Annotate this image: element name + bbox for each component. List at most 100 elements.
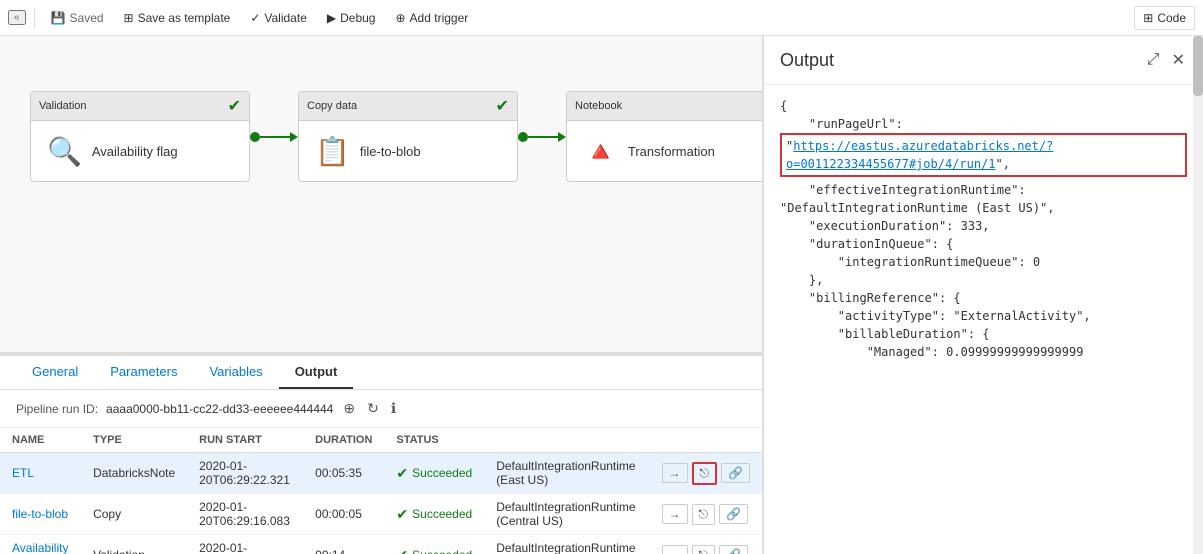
pipeline-node-validation[interactable]: Validation ✔ 🔍 Availability flag	[30, 91, 250, 182]
table-header-row: NAME TYPE RUN START DURATION STATUS	[0, 428, 762, 453]
link-btn-1[interactable]: 🔗	[719, 504, 748, 524]
node-body-validation: 🔍 Availability flag	[31, 121, 249, 181]
table-row[interactable]: ETL DatabricksNote 2020-01-20T06:29:22.3…	[0, 453, 762, 494]
run-page-url-link[interactable]: https://eastus.azuredatabricks.net/?o=00…	[786, 139, 1053, 171]
code-icon: ⊞	[1143, 11, 1153, 25]
pipeline-node-notebook[interactable]: Notebook ✔ 🔺 Transformation	[566, 91, 763, 182]
nav-chevron[interactable]: «	[8, 10, 26, 25]
output-scrollbar-thumb[interactable]	[1193, 36, 1203, 96]
canvas-area[interactable]: Validation ✔ 🔍 Availability flag Copy da…	[0, 36, 763, 554]
output-panel: Output ⤢ ✕ { "runPageUrl": "https://east…	[763, 36, 1203, 554]
input-btn-2[interactable]: →	[662, 545, 688, 554]
add-trigger-button[interactable]: ⊕ Add trigger	[387, 7, 476, 29]
row-name-link-1[interactable]: file-to-blob	[12, 507, 68, 521]
node-header-notebook: Notebook ✔	[567, 92, 763, 121]
col-run-start: RUN START	[187, 428, 303, 453]
node-body-notebook: 🔺 Transformation	[567, 121, 763, 181]
cell-name-2: Availability flag	[0, 535, 81, 554]
col-runtime	[484, 428, 649, 453]
save-template-icon: ⊞	[124, 11, 134, 25]
input-btn-0[interactable]: →	[662, 463, 688, 483]
run-table-container[interactable]: NAME TYPE RUN START DURATION STATUS ETL …	[0, 428, 762, 554]
saved-icon: 💾	[51, 11, 66, 25]
info-run-btn[interactable]: ℹ	[389, 398, 398, 419]
col-type: TYPE	[81, 428, 187, 453]
output-body[interactable]: { "runPageUrl": "https://eastus.azuredat…	[764, 85, 1203, 554]
json-line-activitytype: "activityType": "ExternalActivity",	[780, 307, 1187, 325]
cell-run-start-1: 2020-01-20T06:29:16.083	[187, 494, 303, 535]
node-label-availability: Availability flag	[92, 144, 178, 159]
tab-parameters[interactable]: Parameters	[94, 356, 193, 389]
json-line-billing: "billingReference": {	[780, 289, 1187, 307]
cell-actions-2: → ⎋ 🔗	[650, 535, 762, 554]
node-label-transformation: Transformation	[628, 144, 715, 159]
debug-button[interactable]: ▶ Debug	[319, 7, 384, 29]
action-btns-0: → ⎋ 🔗	[662, 462, 750, 485]
main-area: Validation ✔ 🔍 Availability flag Copy da…	[0, 36, 1203, 554]
saved-button[interactable]: 💾 Saved	[43, 7, 112, 29]
node-icon-notebook: 🔺	[583, 135, 618, 168]
debug-icon: ▶	[327, 11, 336, 25]
expand-output-btn[interactable]: ⤢	[1145, 48, 1162, 72]
cell-actions-1: → ⎋ 🔗	[650, 494, 762, 535]
table-row[interactable]: file-to-blob Copy 2020-01-20T06:29:16.08…	[0, 494, 762, 535]
pipeline-node-copy[interactable]: Copy data ✔ 📋 file-to-blob	[298, 91, 518, 182]
cell-runtime-1: DefaultIntegrationRuntime (Central US)	[484, 494, 649, 535]
node-header-validation: Validation ✔	[31, 92, 249, 121]
cell-type-1: Copy	[81, 494, 187, 535]
save-as-template-button[interactable]: ⊞ Save as template	[116, 7, 239, 29]
connector-line-2	[528, 136, 558, 138]
tab-variables[interactable]: Variables	[193, 356, 278, 389]
output-btn-2[interactable]: ⎋	[692, 545, 716, 554]
row-name-link-2[interactable]: Availability flag	[12, 541, 68, 554]
table-row[interactable]: Availability flag Validation 2020-01-20T…	[0, 535, 762, 554]
copy-run-id-btn[interactable]: ⊕	[341, 398, 357, 419]
code-button[interactable]: ⊞ Code	[1134, 6, 1195, 30]
add-trigger-icon: ⊕	[395, 11, 405, 25]
json-line-effectiveir: "effectiveIntegrationRuntime": "DefaultI…	[780, 181, 1187, 217]
node-icon-copy: 📋	[315, 135, 350, 168]
json-line-1: {	[780, 97, 1187, 115]
col-name: NAME	[0, 428, 81, 453]
connector-2-3	[518, 132, 566, 142]
node-success-validation: ✔	[228, 96, 241, 116]
connector-dot-1	[250, 132, 260, 142]
json-line-irqueue: "integrationRuntimeQueue": 0	[780, 253, 1187, 271]
save-as-template-label: Save as template	[138, 11, 231, 25]
validate-icon: ✓	[250, 11, 260, 25]
cell-status-0: ✔Succeeded	[384, 453, 484, 494]
output-header: Output ⤢ ✕	[764, 36, 1203, 85]
link-btn-0[interactable]: 🔗	[721, 463, 750, 483]
output-scrollbar-track[interactable]	[1193, 36, 1203, 554]
close-output-btn[interactable]: ✕	[1170, 48, 1187, 72]
validate-button[interactable]: ✓ Validate	[242, 7, 315, 29]
run-page-url-highlight: "https://eastus.azuredatabricks.net/?o=0…	[780, 133, 1187, 177]
input-btn-1[interactable]: →	[662, 504, 688, 524]
json-line-durationqueue: "durationInQueue": {	[780, 235, 1187, 253]
cell-runtime-2: DefaultIntegrationRuntime (East US)	[484, 535, 649, 554]
json-line-runpageurl: "runPageUrl": "https://eastus.azuredatab…	[780, 115, 1187, 181]
saved-label: Saved	[70, 11, 104, 25]
pipeline-run-id: aaaa0000-bb11-cc22-dd33-eeeeee444444	[106, 402, 333, 416]
cell-duration-1: 00:00:05	[303, 494, 384, 535]
connector-line-1	[260, 136, 290, 138]
cell-runtime-0: DefaultIntegrationRuntime (East US)	[484, 453, 649, 494]
link-btn-2[interactable]: 🔗	[719, 545, 748, 554]
pipeline-run-label: Pipeline run ID:	[16, 402, 98, 416]
json-line-close1: },	[780, 271, 1187, 289]
output-btn-0[interactable]: ⎋	[692, 462, 718, 485]
tab-bar: General Parameters Variables Output	[0, 356, 762, 390]
bottom-panel: General Parameters Variables Output Pipe…	[0, 354, 762, 554]
action-btns-2: → ⎋ 🔗	[662, 545, 750, 554]
action-btns-1: → ⎋ 🔗	[662, 504, 750, 525]
row-name-link-0[interactable]: ETL	[12, 466, 34, 480]
output-btn-1[interactable]: ⎋	[692, 504, 716, 525]
divider1	[34, 8, 35, 28]
code-label: Code	[1157, 11, 1186, 25]
run-table: NAME TYPE RUN START DURATION STATUS ETL …	[0, 428, 762, 554]
cell-name-1: file-to-blob	[0, 494, 81, 535]
tab-general[interactable]: General	[16, 356, 94, 389]
refresh-run-btn[interactable]: ↻	[365, 398, 381, 419]
tab-output[interactable]: Output	[279, 356, 354, 389]
cell-run-start-0: 2020-01-20T06:29:22.321	[187, 453, 303, 494]
